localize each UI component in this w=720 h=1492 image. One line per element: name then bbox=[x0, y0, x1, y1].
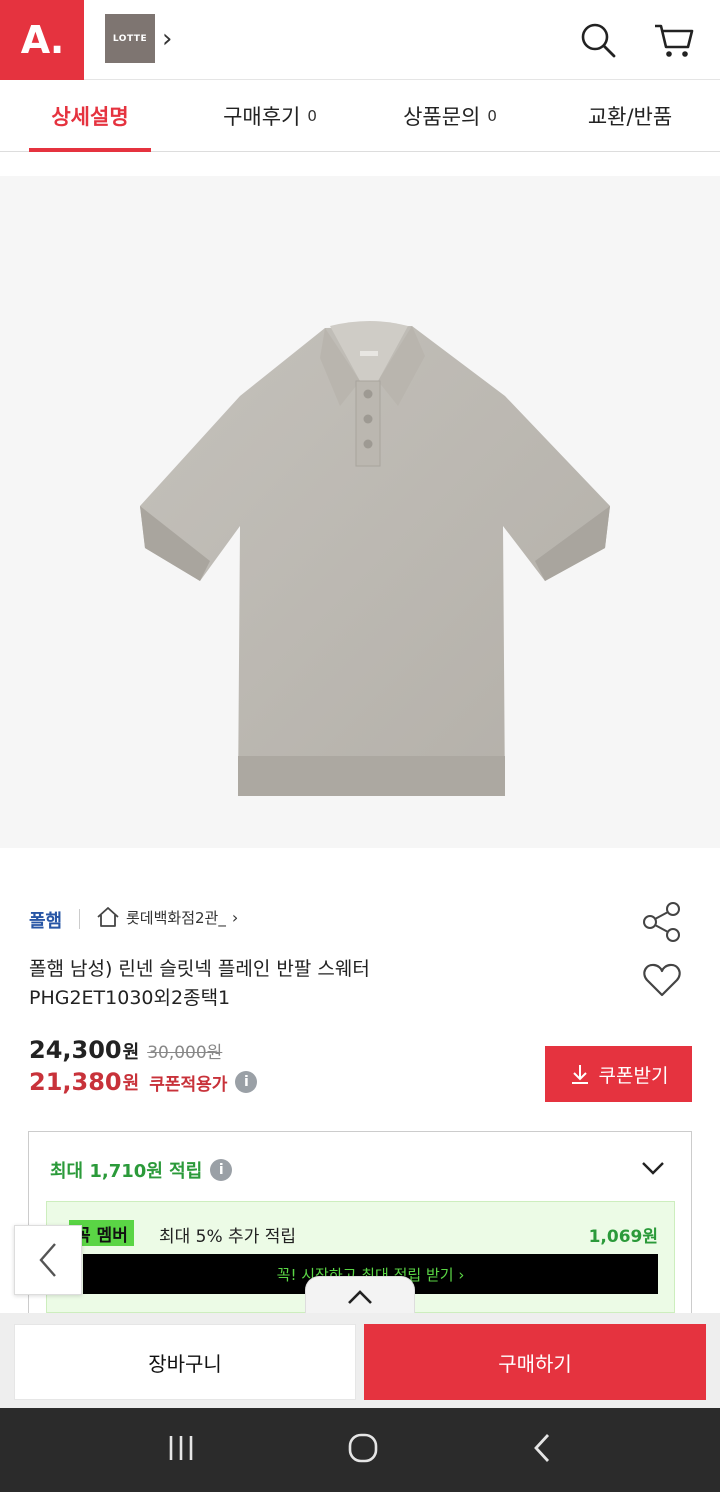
product-image[interactable] bbox=[0, 176, 720, 848]
home-icon bbox=[97, 907, 119, 927]
get-coupon-label: 쿠폰받기 bbox=[598, 1064, 669, 1087]
tab-label: 구매후기 bbox=[223, 105, 301, 129]
brand-chevron-icon[interactable]: › bbox=[162, 24, 172, 54]
coupon-price: 21,380 bbox=[29, 1068, 122, 1096]
price-row: 24,300 원 30,000원 bbox=[29, 1036, 222, 1064]
heart-icon[interactable] bbox=[642, 962, 682, 1002]
member-benefit-text: 최대 5% 추가 적립 bbox=[159, 1227, 297, 1247]
tab-exchange-return[interactable]: 교환/반품 bbox=[540, 81, 720, 151]
cart-icon[interactable] bbox=[650, 16, 698, 64]
top-header: A. LOTTE › bbox=[0, 0, 720, 80]
chevron-right-icon: › bbox=[231, 907, 239, 927]
product-title-line: 폴햄 남성) 린넨 슬릿넥 플레인 반팔 스웨터 bbox=[29, 958, 370, 980]
coupon-price-row: 21,380 원 쿠폰적용가 i bbox=[29, 1068, 258, 1096]
chevron-down-icon[interactable] bbox=[639, 1154, 667, 1186]
scroll-top-button[interactable] bbox=[305, 1276, 415, 1316]
original-price: 30,000원 bbox=[147, 1043, 223, 1063]
coupon-price-label: 쿠폰적용가 bbox=[149, 1074, 228, 1095]
purchase-bar: 장바구니 구매하기 bbox=[0, 1313, 720, 1408]
tab-reviews[interactable]: 구매후기 0 bbox=[180, 81, 360, 151]
current-price: 24,300 bbox=[29, 1036, 122, 1064]
polo-sweater-image bbox=[140, 321, 610, 796]
system-back-icon[interactable] bbox=[530, 1432, 554, 1468]
share-icon[interactable] bbox=[640, 900, 684, 948]
max-points-text: 최대 1,710원 적립 bbox=[50, 1161, 203, 1182]
brand-name-link[interactable]: 폴햄 bbox=[29, 907, 62, 933]
app-logo[interactable]: A. bbox=[0, 0, 84, 80]
brand-logo[interactable]: LOTTE bbox=[105, 14, 155, 63]
buy-now-button[interactable]: 구매하기 bbox=[364, 1324, 706, 1400]
product-code-line: PHG2ET1030외2종택1 bbox=[29, 987, 231, 1009]
recent-apps-icon[interactable] bbox=[166, 1434, 196, 1466]
store-name: 롯데백화점2관_ bbox=[126, 908, 226, 927]
home-button-icon[interactable] bbox=[347, 1432, 379, 1468]
divider bbox=[79, 909, 80, 929]
store-link[interactable]: 롯데백화점2관_ › bbox=[96, 906, 238, 928]
tab-count: 0 bbox=[487, 107, 497, 125]
info-icon[interactable]: i bbox=[210, 1159, 233, 1181]
product-title: 폴햄 남성) 린넨 슬릿넥 플레인 반팔 스웨터 PHG2ET1030외2종택1 bbox=[29, 955, 609, 1013]
coupon-price-unit: 원 bbox=[122, 1073, 140, 1094]
chevron-left-icon bbox=[39, 1243, 56, 1277]
member-benefit-amount: 1,069원 bbox=[588, 1227, 658, 1247]
price-unit: 원 bbox=[122, 1042, 140, 1063]
tab-count: 0 bbox=[307, 107, 317, 125]
tab-description[interactable]: 상세설명 bbox=[0, 81, 180, 152]
tab-qna[interactable]: 상품문의 0 bbox=[360, 81, 540, 151]
search-icon[interactable] bbox=[574, 16, 622, 64]
detail-tabs: 상세설명 구매후기 0 상품문의 0 교환/반품 bbox=[0, 81, 720, 152]
points-title: 최대 1,710원 적립 i bbox=[50, 1157, 233, 1183]
chevron-up-icon bbox=[348, 1289, 372, 1304]
system-navigation-bar bbox=[0, 1408, 720, 1492]
add-to-cart-button[interactable]: 장바구니 bbox=[14, 1324, 356, 1400]
tab-label: 상품문의 bbox=[403, 105, 481, 129]
download-icon bbox=[571, 1065, 588, 1084]
info-icon[interactable]: i bbox=[235, 1071, 258, 1093]
back-button[interactable] bbox=[14, 1225, 82, 1295]
tab-label: 교환/반품 bbox=[587, 105, 673, 129]
tab-label: 상세설명 bbox=[51, 105, 129, 129]
get-coupon-button[interactable]: 쿠폰받기 bbox=[545, 1046, 692, 1102]
